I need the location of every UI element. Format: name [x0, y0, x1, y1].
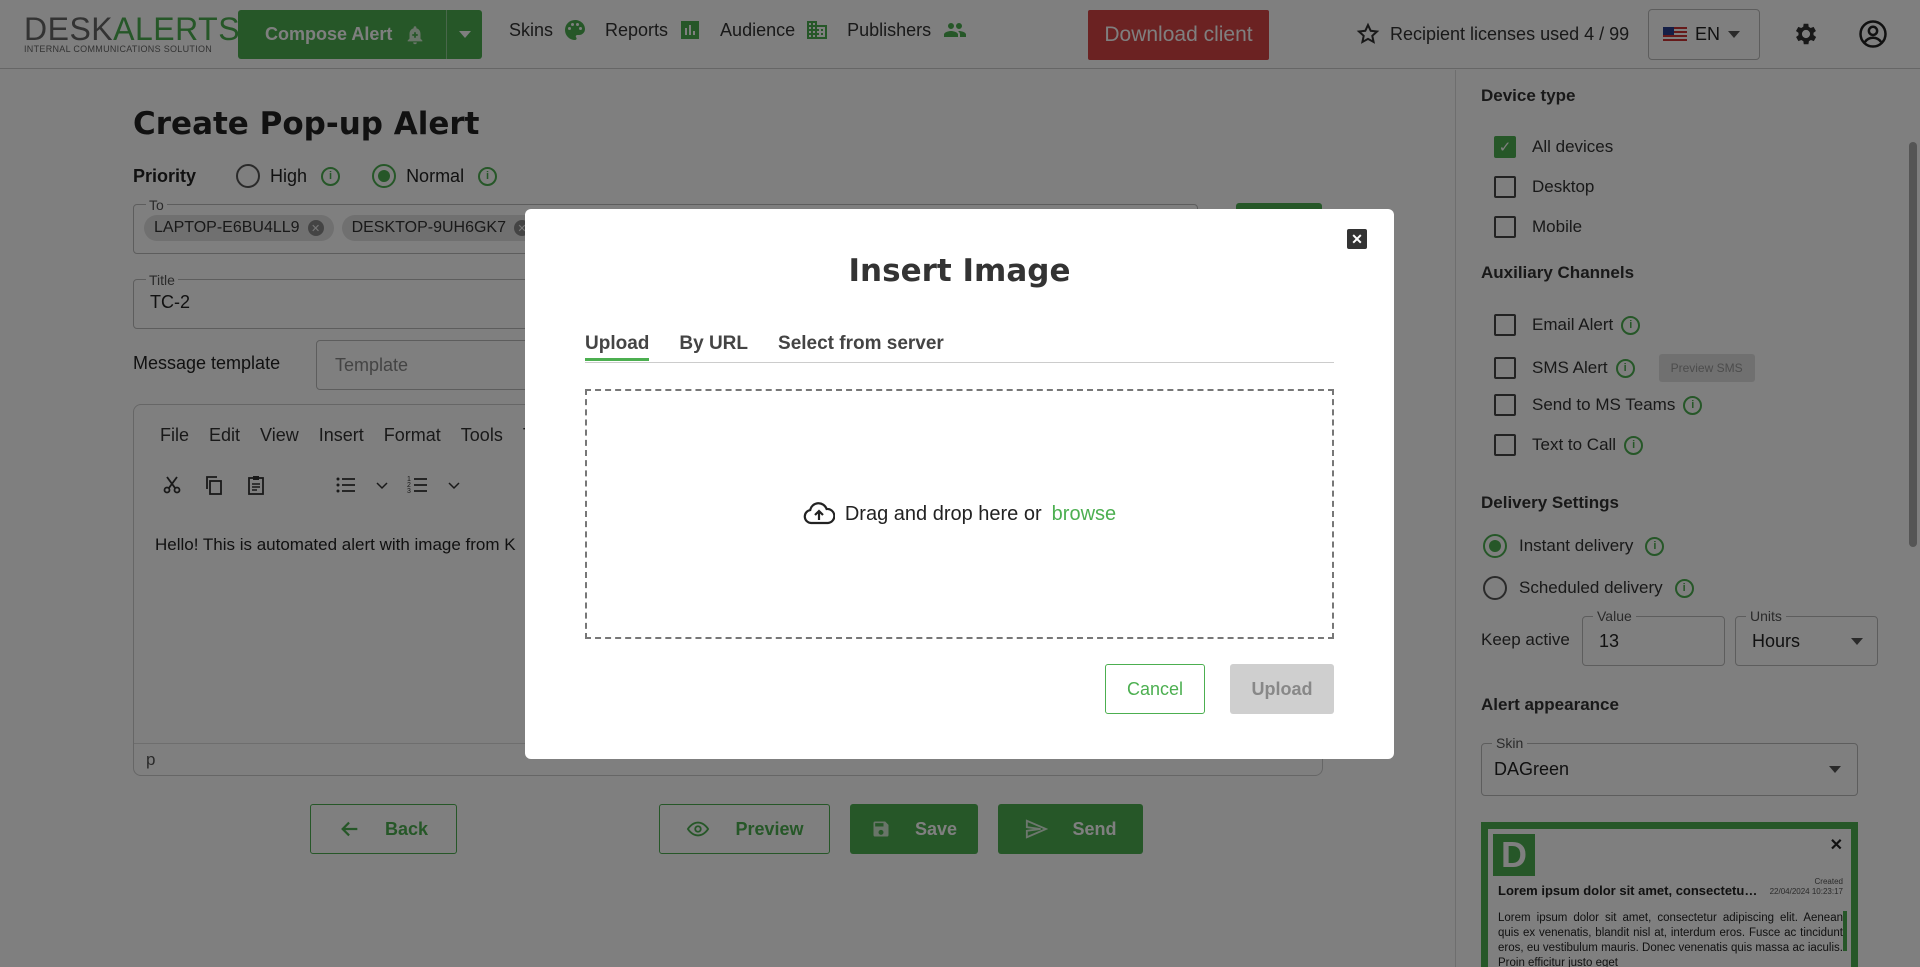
- drop-text: Drag and drop here or: [844, 502, 1042, 525]
- cloud-upload-icon: [803, 502, 835, 525]
- tab-by-url[interactable]: By URL: [679, 321, 748, 363]
- tab-select-from-server[interactable]: Select from server: [778, 321, 944, 363]
- drop-zone[interactable]: Drag and drop here or browse: [585, 389, 1334, 639]
- upload-button[interactable]: Upload: [1230, 664, 1334, 714]
- dialog-title: Insert Image: [848, 253, 1071, 289]
- close-icon[interactable]: ✕: [1347, 229, 1367, 249]
- browse-link[interactable]: browse: [1052, 503, 1116, 526]
- dialog-tabs: Upload By URL Select from server: [585, 321, 1334, 363]
- cancel-button[interactable]: Cancel: [1105, 664, 1205, 714]
- insert-image-dialog: ✕ Insert Image Upload By URL Select from…: [525, 209, 1394, 759]
- tab-upload[interactable]: Upload: [585, 321, 650, 361]
